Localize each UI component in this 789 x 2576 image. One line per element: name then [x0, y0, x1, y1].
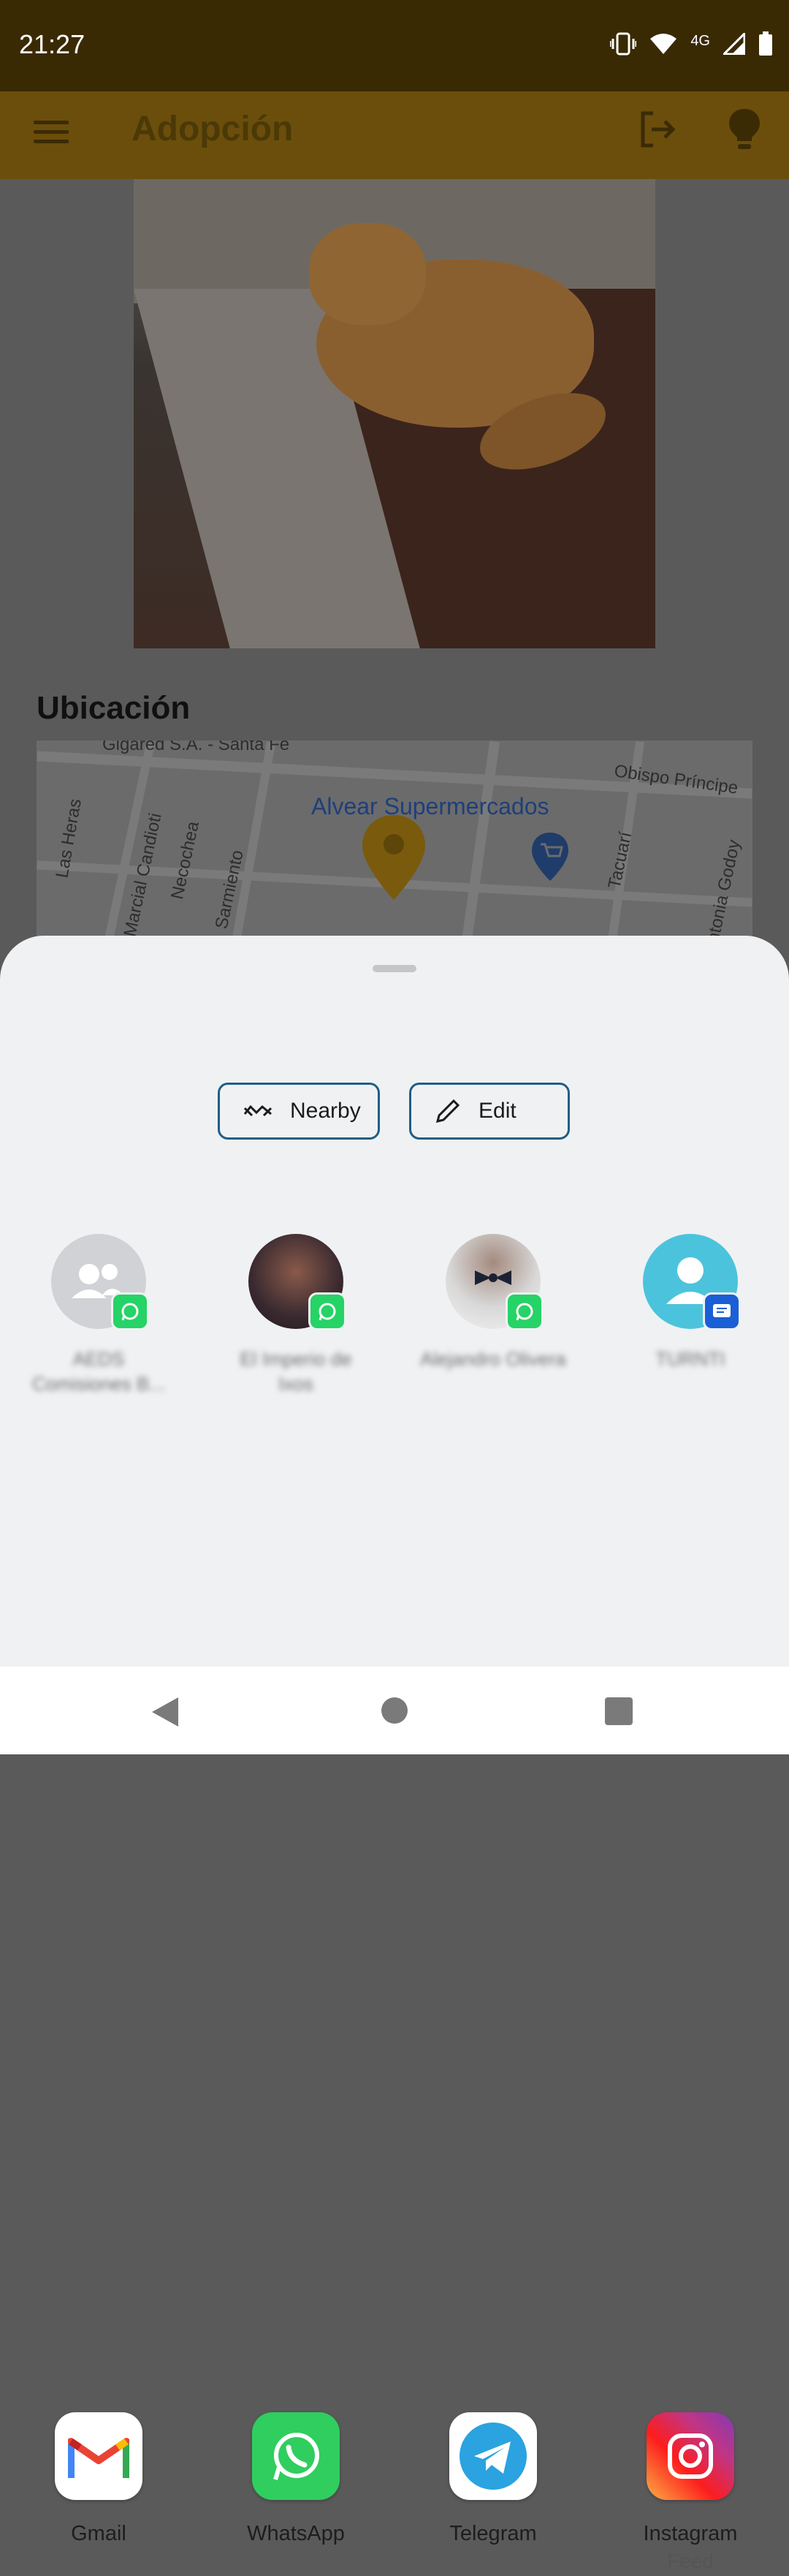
home-icon[interactable]: [381, 1697, 408, 1724]
page-title: Adopción: [132, 110, 294, 148]
app-bar: Adopción: [0, 91, 789, 179]
wifi-icon: [649, 33, 677, 59]
contact-name: Alejandro Olivera: [420, 1348, 566, 1370]
whatsapp-badge-icon: [308, 1292, 346, 1330]
app-label: Telegram: [449, 2522, 537, 2545]
instagram-icon: [647, 2412, 734, 2500]
status-time: 21:27: [19, 29, 85, 59]
contact-target[interactable]: Alejandro Olivera: [420, 1234, 566, 1371]
app-label: Instagram: [643, 2522, 738, 2545]
system-nav-bar: [0, 1667, 789, 1754]
whatsapp-badge-icon: [506, 1292, 544, 1330]
whatsapp-icon: [252, 2412, 340, 2500]
status-icons: 4G: [609, 28, 773, 64]
contact-name: AEDS Comisiones B...: [31, 1348, 166, 1395]
contact-target[interactable]: AEDS Comisiones B...: [26, 1234, 172, 1396]
map-street-label: Necochea: [167, 819, 203, 901]
vibrate-icon: [609, 32, 638, 60]
app-whatsapp[interactable]: WhatsApp: [223, 2412, 369, 2547]
network-type: 4G: [690, 33, 710, 49]
drag-handle[interactable]: [373, 965, 416, 972]
signal-icon: [721, 31, 746, 59]
avatar: [446, 1234, 544, 1330]
menu-icon[interactable]: [34, 115, 69, 151]
contact-name: TURNTI: [655, 1348, 725, 1370]
avatar: [51, 1234, 149, 1330]
map-poi-label: Alvear Supermercados: [311, 793, 549, 819]
edit-button[interactable]: Edit: [409, 1083, 570, 1140]
whatsapp-badge-icon: [111, 1292, 149, 1330]
share-sheet: Nearby Edit AEDS Comisiones B... El Impe…: [0, 936, 789, 2572]
nearby-button[interactable]: Nearby: [218, 1083, 380, 1140]
contact-name: El Imperio de Ixos: [240, 1348, 352, 1395]
app-gmail[interactable]: Gmail: [26, 2412, 172, 2547]
logout-icon[interactable]: [637, 109, 678, 150]
edit-label: Edit: [479, 1099, 517, 1123]
shopping-cart-icon: [530, 831, 570, 882]
telegram-icon: [449, 2412, 537, 2500]
nearby-label: Nearby: [290, 1099, 361, 1123]
lightbulb-icon[interactable]: [728, 107, 761, 151]
contact-target[interactable]: TURNTI: [617, 1234, 763, 1371]
contact-target[interactable]: El Imperio de Ixos: [223, 1234, 369, 1396]
app-instagram[interactable]: Instagram Feed: [617, 2412, 763, 2576]
gmail-icon: [55, 2412, 142, 2500]
app-label: WhatsApp: [247, 2522, 345, 2545]
avatar: [643, 1234, 741, 1330]
status-bar: 21:27 4G: [0, 0, 789, 91]
app-label: Gmail: [71, 2522, 126, 2545]
app-sublabel: Feed: [667, 2550, 714, 2572]
location-heading: Ubicación: [37, 690, 191, 726]
nearby-icon: [243, 1105, 272, 1117]
battery-icon: [758, 31, 773, 61]
map-label-top: Gigared S.A. - Santa Fe: [102, 740, 290, 754]
app-telegram[interactable]: Telegram: [420, 2412, 566, 2547]
back-icon[interactable]: [150, 1696, 180, 1732]
pencil-icon: [435, 1099, 460, 1124]
recents-icon[interactable]: [605, 1697, 633, 1725]
pet-photo: [134, 179, 655, 648]
map-street-label: Tacuarí: [604, 830, 636, 891]
location-pin-icon[interactable]: [361, 814, 427, 901]
map-view[interactable]: Gigared S.A. - Santa Fe Las Heras Marcia…: [37, 740, 752, 952]
avatar: [248, 1234, 346, 1330]
messages-badge-icon: [703, 1292, 741, 1330]
